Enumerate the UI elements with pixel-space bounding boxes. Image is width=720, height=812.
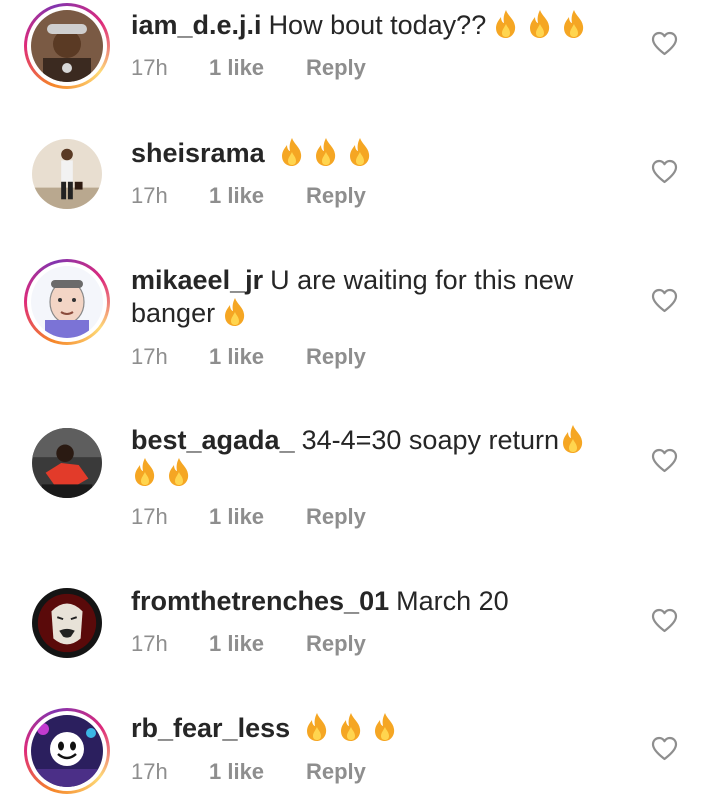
fire-emoji-icon [492, 9, 520, 39]
fire-emoji-icon [221, 297, 249, 327]
story-ring[interactable] [24, 259, 110, 345]
comment-likes-count[interactable]: 1 like [209, 758, 306, 786]
comment-username[interactable]: sheisrama [131, 138, 265, 168]
avatar-frame[interactable] [24, 420, 110, 506]
like-heart-icon[interactable] [651, 736, 678, 761]
comment-timestamp: 17h [131, 504, 168, 529]
comment-timestamp: 17h [131, 344, 168, 369]
fire-emoji-icon [165, 457, 193, 487]
reply-button[interactable]: Reply [306, 54, 366, 82]
reply-button[interactable]: Reply [306, 503, 366, 531]
comment-meta: 17h 1 like Reply [131, 182, 366, 210]
comment-meta: 17h 1 like Reply [131, 503, 366, 531]
reply-button[interactable]: Reply [306, 758, 366, 786]
like-heart-icon[interactable] [651, 31, 678, 56]
comment-text: rb_fear_less [131, 712, 591, 745]
like-heart-icon[interactable] [651, 608, 678, 633]
fire-emoji-icon [371, 712, 399, 742]
fire-emoji-icon [559, 424, 587, 454]
comment-username[interactable]: iam_d.e.j.i [131, 10, 262, 40]
comment-timestamp: 17h [131, 631, 168, 656]
comment-body: 34-4=30 soapy return [301, 425, 560, 455]
fire-emoji-icon [346, 137, 374, 167]
comment-text: mikaeel_jr U are waiting for this new ban… [131, 264, 591, 330]
comment-likes-count[interactable]: 1 like [209, 503, 306, 531]
comment-username[interactable]: fromthetrenches_01 [131, 586, 389, 616]
avatar[interactable] [31, 266, 103, 338]
comment-text: iam_d.e.j.i How bout today?? [131, 9, 591, 42]
comment-username[interactable]: rb_fear_less [131, 713, 290, 743]
comment-body: U are waiting for this new [270, 265, 574, 295]
avatar[interactable] [32, 428, 102, 498]
comment-meta: 17h 1 like Reply [131, 343, 366, 371]
comment-timestamp: 17h [131, 55, 168, 80]
comment-likes-count[interactable]: 1 like [209, 182, 306, 210]
reply-button[interactable]: Reply [306, 630, 366, 658]
comment-body: March 20 [396, 586, 509, 616]
fire-emoji-icon [560, 9, 588, 39]
like-heart-icon[interactable] [651, 288, 678, 313]
reply-button[interactable]: Reply [306, 343, 366, 371]
comment-meta: 17h 1 like Reply [131, 758, 366, 786]
story-ring[interactable] [24, 708, 110, 794]
avatar[interactable] [32, 588, 102, 658]
avatar[interactable] [31, 715, 103, 787]
comment-likes-count[interactable]: 1 like [209, 630, 306, 658]
comment-timestamp: 17h [131, 759, 168, 784]
comment-likes-count[interactable]: 1 like [209, 54, 306, 82]
fire-emoji-icon [526, 9, 554, 39]
fire-emoji-icon [312, 137, 340, 167]
avatar[interactable] [32, 139, 102, 209]
avatar[interactable] [31, 10, 103, 82]
like-heart-icon[interactable] [651, 448, 678, 473]
reply-button[interactable]: Reply [306, 182, 366, 210]
fire-emoji-icon [131, 457, 159, 487]
comment-likes-count[interactable]: 1 like [209, 343, 306, 371]
story-ring[interactable] [24, 3, 110, 89]
fire-emoji-icon [303, 712, 331, 742]
avatar-frame[interactable] [24, 580, 110, 666]
like-heart-icon[interactable] [651, 159, 678, 184]
comment-meta: 17h 1 like Reply [131, 54, 366, 82]
comment-meta: 17h 1 like Reply [131, 630, 366, 658]
comment-text: fromthetrenches_01 March 20 [131, 585, 591, 618]
avatar-frame[interactable] [24, 131, 110, 217]
comment-username[interactable]: best_agada_ [131, 425, 295, 455]
fire-emoji-icon [337, 712, 365, 742]
comment-timestamp: 17h [131, 183, 168, 208]
fire-emoji-icon [278, 137, 306, 167]
comment-body: How bout today?? [268, 10, 487, 40]
comment-text: sheisrama [131, 137, 591, 170]
comment-body-line2: banger [131, 298, 216, 328]
comment-username[interactable]: mikaeel_jr [131, 265, 263, 295]
comment-text: best_agada_ 34-4=30 soapy return [131, 424, 591, 490]
